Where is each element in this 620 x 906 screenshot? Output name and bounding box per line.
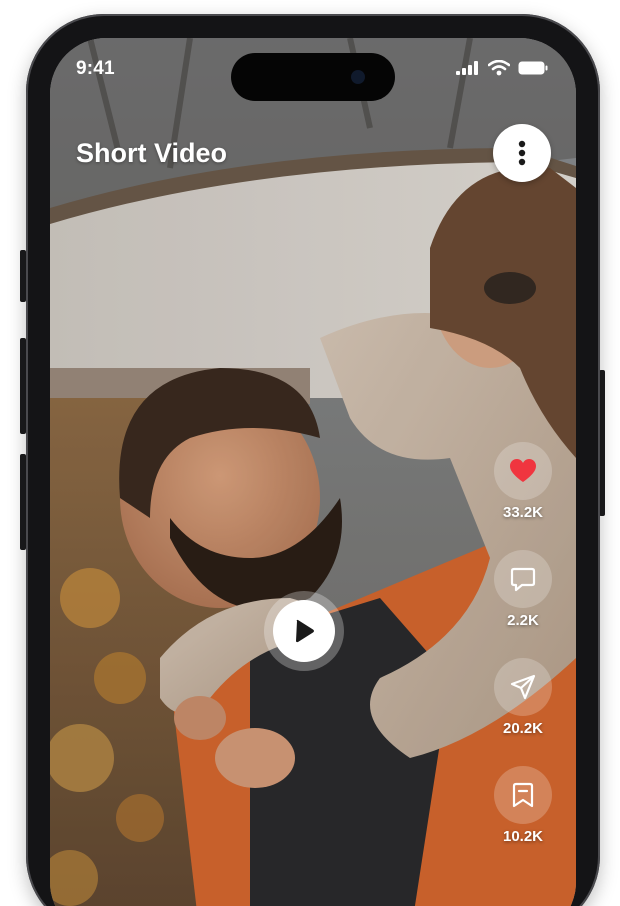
page-title: Short Video [76,138,228,168]
play-button[interactable] [264,591,344,671]
video-screen: 9:41 Short Video 33.2K 2.2K 20.2K 10.2K [50,38,576,906]
status-icons [456,60,548,76]
send-icon [510,674,536,700]
comment-icon [510,567,536,592]
dynamic-island [231,53,395,101]
wifi-icon [488,60,510,76]
like-action[interactable]: 33.2K [490,442,556,521]
share-button[interactable] [494,658,552,716]
signal-icon [456,61,478,75]
play-button-inner [273,600,335,662]
save-button[interactable] [494,766,552,824]
save-count: 10.2K [502,828,544,845]
more-options-button[interactable] [493,124,551,182]
heart-icon [510,459,536,482]
comment-count: 2.2K [507,612,539,629]
comment-action[interactable]: 2.2K [490,550,556,629]
camera-lens-icon [351,70,365,84]
comment-button[interactable] [494,550,552,608]
bookmark-icon [512,782,534,808]
battery-icon [518,61,548,75]
save-action[interactable]: 10.2K [490,766,556,845]
like-count: 33.2K [502,504,544,521]
like-button[interactable] [494,442,552,500]
status-bar: 9:41 [50,38,576,101]
more-vertical-icon [518,140,526,166]
page: 9:41 Short Video 33.2K 2.2K 20.2K 10.2K [0,0,620,906]
share-action[interactable]: 20.2K [490,658,556,737]
play-icon [296,619,314,643]
share-count: 20.2K [502,720,544,737]
status-time: 9:41 [76,58,115,79]
